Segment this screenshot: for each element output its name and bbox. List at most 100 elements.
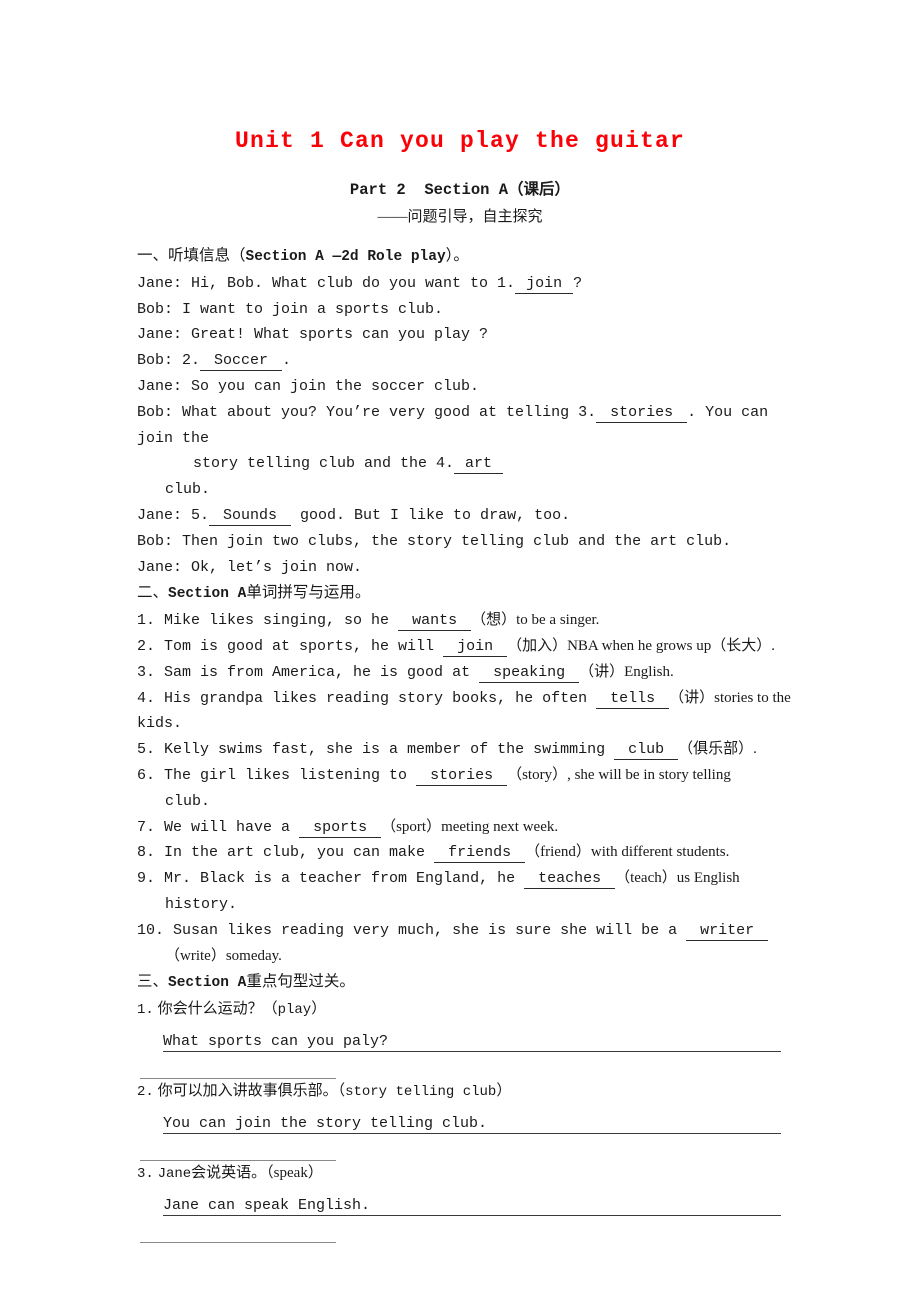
answer-blank[interactable]: stories [596,403,688,423]
item-number: 3. [137,663,156,681]
item-number: 5. [137,741,156,759]
translation-answer-line[interactable]: Jane can speak English. [163,1190,781,1218]
answer-blank[interactable]: stories [416,766,508,786]
answer-blank[interactable]: join [515,274,574,294]
prompt-hint: Jane [157,1165,192,1182]
exercise-item: 6. The girl likes listening to stories （s… [137,763,809,789]
answer-blank[interactable]: Soccer [200,352,283,372]
item-text: Mr. Black is a teacher from England, he [155,870,516,888]
worksheet-body: 一、听填信息（Section A —2d Role play）。 Jane: H… [137,243,809,1243]
answer-blank[interactable]: tells [596,689,670,709]
item-text: Tom is good at sports, he will [155,637,435,655]
section-one-heading: 一、听填信息（Section A —2d Role play）。 [137,243,809,271]
dialogue-text-tail: ? [573,274,583,292]
answer-blank[interactable]: sports [299,818,382,838]
blank-answer-rule[interactable] [140,1136,336,1161]
dialogue-line: Bob: Then join two clubs, the story tell… [137,529,809,555]
translation-prompt: 2. 你可以加入讲故事俱乐部。（story telling club） [137,1079,809,1106]
answer-blank[interactable]: club [614,741,679,761]
dialogue-line: Jane: Great! What sports can you play ? [137,322,809,348]
exercise-item-continued: club. [137,789,809,815]
item-text: The girl likes listening to [155,766,408,784]
translation-answer-text: What sports can you paly? [163,1032,389,1050]
item-text-tail: （sport）meeting next week. [381,818,559,835]
translation-answer-line[interactable]: What sports can you paly? [163,1026,781,1054]
dialogue-text: Jane: 5. [137,506,210,524]
item-number: 2. [137,1083,154,1100]
exercise-item: 5. Kelly swims fast, she is a member of … [137,737,809,763]
item-number: 2. [137,637,156,655]
item-text-cont: kids. [137,715,183,733]
answer-blank[interactable]: art [454,455,504,475]
answer-blank[interactable]: speaking [479,663,580,683]
dialogue-text: story telling club and the 4. [193,455,455,473]
item-text-tail: （讲）stories to the [669,689,791,706]
blank-answer-rule[interactable] [140,1054,336,1079]
answer-blank[interactable]: writer [686,921,769,941]
section-three-heading-en: Section A [168,975,247,992]
answer-blank[interactable]: friends [434,844,526,864]
section-two-heading-en: Section A [168,586,247,603]
exercise-item-continued: kids. [137,711,809,737]
exercise-item: 8. In the art club, you can make friends… [137,840,809,866]
section-one-heading-prefix: 一、听填信息（ [137,247,246,264]
dialogue-line-continued: club. [137,477,809,503]
dialogue-text: Bob: 2. [137,352,201,370]
page-title: Unit 1 Can you play the guitar [234,128,686,154]
section-one-heading-suffix: ）。 [445,247,469,264]
item-text: Sam is from America, he is good at [155,663,471,681]
item-text-tail: （俱乐部）. [678,741,757,758]
item-number: 10. [137,921,165,939]
item-text: Susan likes reading very much, she is su… [164,921,678,939]
translation-prompt: 1. 你会什么运动？（play） [137,997,809,1024]
exercise-item: 9. Mr. Black is a teacher from England, … [137,866,809,892]
answer-rule [163,1050,781,1052]
exercise-item: 1. Mike likes singing, so he wants （想）to … [137,608,809,634]
dialogue-line: Jane: 5. Sounds good. But I like to draw,… [137,503,809,529]
answer-blank[interactable]: teaches [524,870,616,890]
worksheet-page: Unit 1 Can you play the guitar Part 2 Se… [0,0,920,1302]
section-three-heading-suffix: 重点句型过关。 [246,973,355,991]
answer-blank[interactable]: wants [398,612,472,632]
translation-answer-text: You can join the story telling club. [163,1114,488,1132]
item-text-tail: （teach）us English [615,870,740,887]
dialogue-line: Jane: Hi, Bob. What club do you want to … [137,271,809,297]
item-text: Mike likes singing, so he [155,612,390,630]
section-three-heading-prefix: 三、 [137,973,169,991]
prompt-hint: story telling club [345,1083,497,1100]
prompt-cjk: 你会什么运动？（ [153,1001,278,1018]
dialogue-line: Bob: 2. Soccer. [137,348,809,374]
dialogue-text: Jane: Great! What sports can you play ? [137,326,489,344]
translation-answer-line[interactable]: You can join the story telling club. [163,1108,781,1136]
section-one-heading-en: Section A —2d Role play [245,249,446,265]
item-text-tail: （讲）English. [579,663,674,680]
item-number: 1. [137,612,156,630]
dialogue-text: Jane: Hi, Bob. What club do you want to … [137,274,516,292]
item-text-cont: （write）someday. [165,947,282,964]
item-number: 3. [137,1165,154,1182]
prompt-cjk: 你可以加入讲故事俱乐部。（ [153,1082,346,1099]
dialogue-text-tail: good. But I like to draw, too. [291,506,571,524]
item-text-cont: history. [165,895,238,913]
item-number: 8. [137,844,156,862]
dialogue-line: Bob: I want to join a sports club. [137,297,809,323]
answer-blank[interactable]: Sounds [209,506,292,526]
item-text-tail: （friend）with different students. [525,844,730,861]
dialogue-text: club. [165,481,211,499]
answer-blank[interactable]: join [443,637,508,657]
exercise-item: 4. His grandpa likes reading story books… [137,686,809,712]
subtitle-theme: ——问题引导，自主探究 [377,209,543,225]
section-two-heading-suffix: 单词拼写与运用。 [246,584,371,602]
section-two-heading: 二、Section A单词拼写与运用。 [137,580,809,608]
dialogue-text: Bob: I want to join a sports club. [137,300,444,318]
item-text-tail: （加入）NBA when he grows up（长大）. [507,637,775,654]
prompt-tail: ） [496,1082,512,1099]
blank-answer-rule[interactable] [140,1218,336,1243]
exercise-item: 7. We will have a sports （sport）meeting n… [137,815,809,841]
item-number: 6. [137,766,156,784]
item-text: In the art club, you can make [155,844,426,862]
exercise-item: 10. Susan likes reading very much, she i… [137,918,809,944]
item-number: 9. [137,870,156,888]
dialogue-text: Jane: So you can join the soccer club. [137,377,480,395]
exercise-item: 2. Tom is good at sports, he will join （加… [137,634,809,660]
